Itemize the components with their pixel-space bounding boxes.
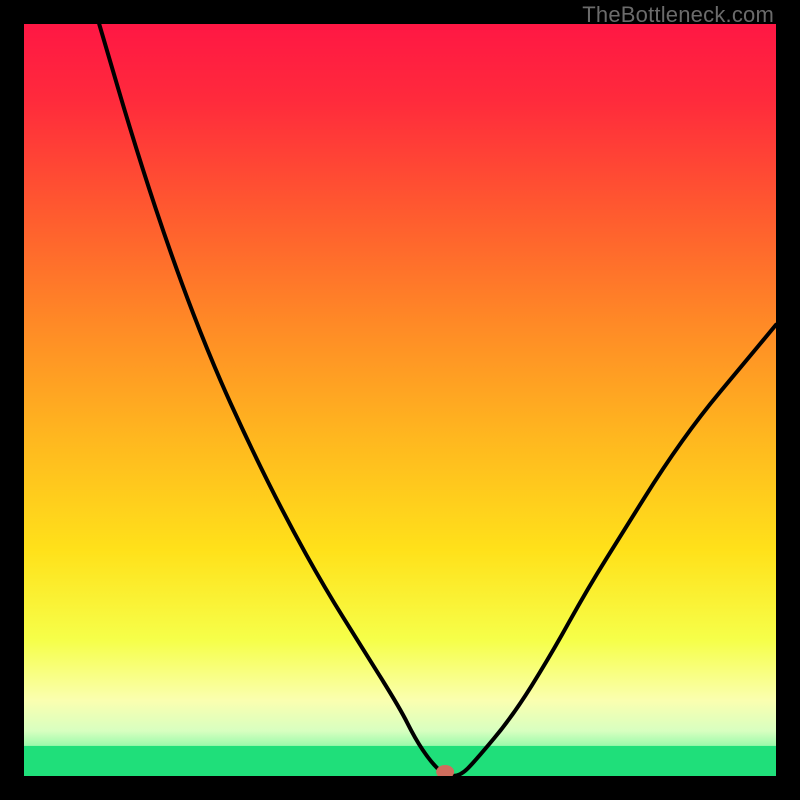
green-band	[24, 746, 776, 776]
gradient-background	[24, 24, 776, 776]
bottleneck-chart	[24, 24, 776, 776]
chart-frame	[24, 24, 776, 776]
